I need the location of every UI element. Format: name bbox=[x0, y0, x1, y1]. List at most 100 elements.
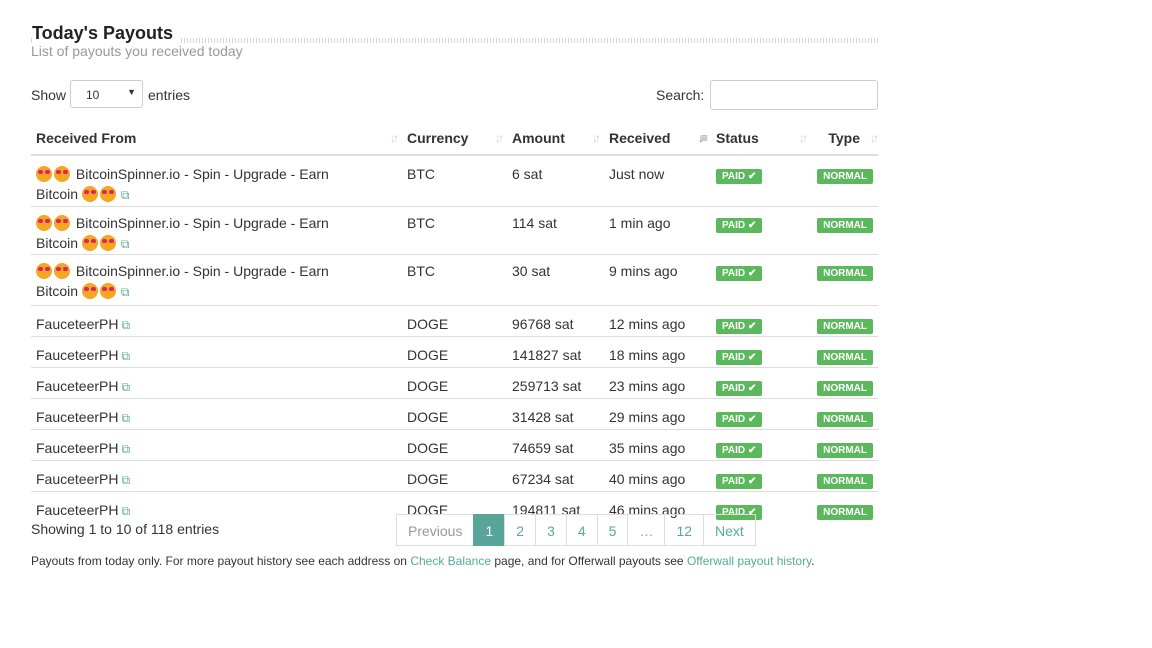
sort-icon: ↓↑ bbox=[799, 131, 808, 145]
external-link-icon[interactable]: ⧉ bbox=[121, 442, 130, 456]
title-row: Today's Payouts bbox=[31, 22, 878, 44]
page-button-2[interactable]: 2 bbox=[504, 514, 537, 546]
cell-status: PAID ✔ bbox=[711, 428, 811, 460]
cell-currency: DOGE bbox=[402, 335, 507, 367]
type-badge: NORMAL bbox=[817, 349, 873, 365]
heart-eyes-emoji-icon bbox=[99, 282, 116, 299]
col-status[interactable]: Status ↓↑ bbox=[711, 122, 811, 156]
status-badge: PAID ✔ bbox=[716, 411, 763, 427]
check-icon: ✔ bbox=[747, 351, 757, 363]
note-text-pre: Payouts from today only. For more payout… bbox=[31, 554, 411, 568]
cell-amount: 67234 sat bbox=[507, 459, 604, 491]
external-link-icon[interactable]: ⧉ bbox=[121, 473, 130, 487]
check-icon: ✔ bbox=[747, 382, 757, 394]
cell-status: PAID ✔ bbox=[711, 335, 811, 367]
source-name: FauceteerPH bbox=[36, 377, 119, 394]
cell-from: FauceteerPH ⧉ bbox=[31, 335, 402, 367]
external-link-icon[interactable]: ⧉ bbox=[121, 318, 130, 332]
cell-type: NORMAL bbox=[811, 205, 878, 254]
next-button[interactable]: Next bbox=[703, 514, 756, 546]
external-link-icon[interactable]: ⧉ bbox=[121, 349, 130, 363]
cell-status: PAID ✔ bbox=[711, 253, 811, 305]
check-icon: ✔ bbox=[747, 267, 757, 279]
search-input[interactable] bbox=[710, 80, 878, 110]
heart-eyes-emoji-icon bbox=[81, 234, 98, 251]
page-subtitle: List of payouts you received today bbox=[31, 43, 243, 59]
status-badge: PAID ✔ bbox=[716, 318, 763, 334]
table-header-row: Received From ↓↑ Currency ↓↑ Amount ↓↑ Rece… bbox=[31, 122, 879, 156]
sort-desc-icon: ↓≡ bbox=[697, 131, 708, 145]
cell-from: BitcoinSpinner.io - Spin - Upgrade - Ear… bbox=[31, 155, 402, 206]
col-received-from[interactable]: Received From ↓↑ bbox=[31, 122, 402, 156]
col-label: Status bbox=[716, 130, 759, 146]
sort-icon: ↓↑ bbox=[870, 131, 879, 145]
check-balance-link[interactable]: Check Balance bbox=[410, 554, 491, 568]
search-label: Search: bbox=[656, 87, 705, 103]
status-badge: PAID ✔ bbox=[716, 442, 763, 458]
cell-type: NORMAL bbox=[811, 366, 878, 398]
heart-eyes-emoji-icon bbox=[54, 214, 70, 231]
type-badge: NORMAL bbox=[817, 169, 873, 184]
note-text-post: . bbox=[811, 554, 815, 568]
page-button-3[interactable]: 3 bbox=[535, 514, 567, 546]
heart-eyes-emoji-icon bbox=[36, 262, 52, 279]
page-title: Today's Payouts bbox=[32, 23, 179, 44]
cell-type: NORMAL bbox=[811, 459, 878, 491]
show-label: Show bbox=[31, 87, 67, 103]
pagination: Previous 1 2 3 4 5… 12 Next bbox=[396, 514, 756, 546]
entries-select[interactable]: 10 ▼ bbox=[70, 80, 143, 108]
col-amount[interactable]: Amount ↓↑ bbox=[507, 122, 604, 156]
external-link-icon[interactable]: ⧉ bbox=[121, 285, 130, 299]
heart-eyes-emoji-icon bbox=[81, 186, 98, 202]
type-badge: NORMAL bbox=[817, 265, 873, 281]
previous-button: Previous bbox=[396, 514, 475, 546]
cell-received: 1 min ago bbox=[604, 205, 711, 254]
source-name: BitcoinSpinner.io - Spin - Upgrade - Ear… bbox=[75, 166, 329, 182]
cell-currency: BTC bbox=[407, 166, 435, 182]
source-name: FauceteerPH bbox=[36, 408, 119, 425]
col-label: Type bbox=[828, 130, 860, 146]
col-type[interactable]: Type ↓↑ bbox=[811, 122, 879, 156]
source-name: FauceteerPH bbox=[36, 315, 119, 332]
note-text-mid: page, and for Offerwall payouts see bbox=[491, 554, 687, 568]
sort-icon: ↓↑ bbox=[495, 131, 504, 145]
offerwall-history-link[interactable]: Offerwall payout history bbox=[687, 554, 811, 568]
col-received[interactable]: Received ↓≡ bbox=[604, 122, 711, 156]
type-badge: NORMAL bbox=[817, 380, 873, 396]
external-link-icon[interactable]: ⧉ bbox=[121, 411, 130, 425]
table-row: FauceteerPH ⧉ DOGE 67234 sat 40 mins ago PAID… bbox=[31, 459, 878, 491]
cell-amount: 141827 sat bbox=[507, 335, 604, 367]
cell-amount: 6 sat bbox=[512, 166, 543, 182]
cell-from: BitcoinSpinner.io - Spin - Upgrade - Ear… bbox=[31, 253, 402, 305]
page-button-1[interactable]: 1 bbox=[473, 514, 506, 546]
table-row: FauceteerPH ⧉ DOGE 141827 sat 18 mins ago PAI… bbox=[31, 335, 878, 367]
source-name-cont: Bitcoin bbox=[36, 186, 79, 202]
heart-eyes-emoji-icon bbox=[81, 282, 98, 299]
page-button-5[interactable]: 5 bbox=[596, 514, 629, 546]
status-text: PAID bbox=[722, 413, 746, 425]
type-badge: NORMAL bbox=[817, 217, 873, 233]
page-button-12[interactable]: 12 bbox=[664, 514, 705, 546]
cell-from: FauceteerPH ⧉ bbox=[31, 459, 402, 491]
table-row: FauceteerPH ⧉ DOGE 96768 sat 12 mins ago PAID… bbox=[31, 304, 878, 336]
cell-from: FauceteerPH ⧉ bbox=[31, 428, 402, 460]
source-name-cont: Bitcoin bbox=[36, 282, 79, 299]
caret-down-icon: ▼ bbox=[127, 87, 136, 97]
external-link-icon[interactable]: ⧉ bbox=[121, 237, 130, 251]
page-ellipsis: … bbox=[627, 514, 666, 546]
cell-type: NORMAL bbox=[811, 253, 878, 305]
cell-status: PAID ✔ bbox=[711, 397, 811, 429]
cell-type: NORMAL bbox=[811, 397, 878, 429]
cell-received: 29 mins ago bbox=[604, 397, 711, 429]
cell-type: NORMAL bbox=[811, 155, 878, 206]
cell-amount: 30 sat bbox=[507, 253, 604, 305]
footer-note: Payouts from today only. For more payout… bbox=[31, 554, 815, 568]
page-button-4[interactable]: 4 bbox=[565, 514, 598, 546]
external-link-icon[interactable]: ⧉ bbox=[121, 188, 130, 202]
col-currency[interactable]: Currency ↓↑ bbox=[402, 122, 507, 156]
external-link-icon[interactable]: ⧉ bbox=[121, 380, 130, 394]
check-icon: ✔ bbox=[747, 444, 757, 456]
type-badge: NORMAL bbox=[817, 411, 873, 427]
status-text: PAID bbox=[722, 219, 746, 231]
table-row: BitcoinSpinner.io - Spin - Upgrade - Ear… bbox=[31, 155, 878, 206]
